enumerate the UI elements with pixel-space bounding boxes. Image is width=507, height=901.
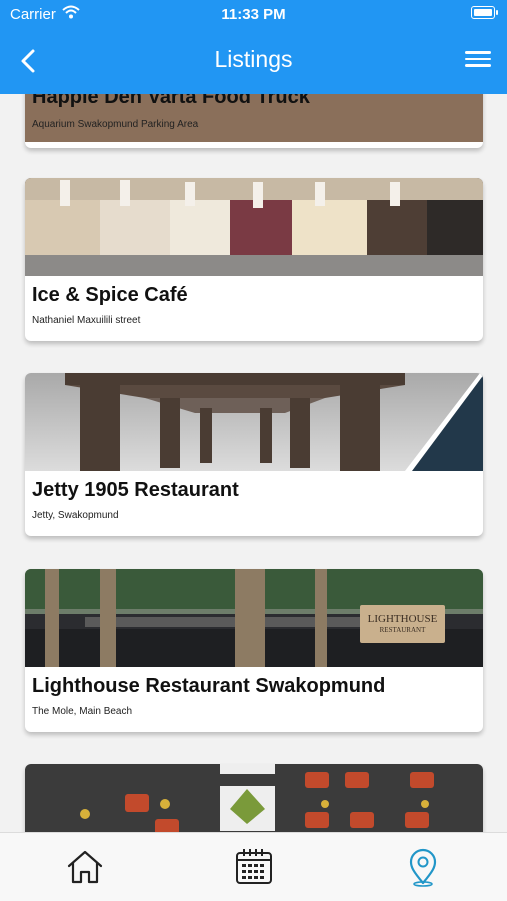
- listing-card[interactable]: Ice & Spice Café Nathaniel Maxuilili str…: [25, 178, 483, 341]
- listings-list[interactable]: Happie Den Varta Food Truck Aquarium Swa…: [0, 94, 507, 832]
- listing-address: Jetty, Swakopmund: [32, 510, 119, 521]
- restaurant-sign: LIGHTHOUSE RESTAURANT: [360, 605, 445, 643]
- listing-image: [25, 764, 483, 832]
- listing-name: Happie Den Varta Food Truck: [32, 94, 310, 108]
- map-pin-icon[interactable]: [403, 847, 443, 887]
- listing-card[interactable]: Happie Den Varta Food Truck Aquarium Swa…: [25, 94, 483, 148]
- page-title: Listings: [214, 46, 293, 72]
- sign-line-2: RESTAURANT: [379, 626, 426, 634]
- top-bar: Carrier 11:33 PM Listings: [0, 0, 507, 94]
- home-icon[interactable]: [65, 847, 105, 887]
- listing-card[interactable]: LIGHTHOUSE RESTAURANT Lighthouse Restaur…: [25, 569, 483, 732]
- listing-address: The Mole, Main Beach: [32, 706, 133, 717]
- listing-image: LIGHTHOUSE RESTAURANT: [25, 569, 483, 667]
- listing-name: Jetty 1905 Restaurant: [32, 479, 239, 501]
- listing-name: Lighthouse Restaurant Swakopmund: [32, 675, 386, 697]
- calendar-icon[interactable]: [234, 847, 274, 887]
- listing-image: [25, 373, 483, 471]
- listing-card[interactable]: Jetty 1905 Restaurant Jetty, Swakopmund: [25, 373, 483, 536]
- status-bar: Carrier 11:33 PM: [0, 0, 507, 28]
- tab-bar: [0, 832, 507, 901]
- listing-address: Aquarium Swakopmund Parking Area: [32, 119, 199, 130]
- menu-icon[interactable]: [465, 48, 491, 74]
- battery-icon: [471, 6, 498, 19]
- nav-bar: Listings: [0, 28, 507, 94]
- listing-address: Nathaniel Maxuilili street: [32, 315, 141, 326]
- listing-name: Ice & Spice Café: [32, 284, 188, 306]
- clock: 11:33 PM: [221, 6, 286, 23]
- sign-line-1: LIGHTHOUSE: [367, 613, 438, 625]
- listing-card[interactable]: [25, 764, 483, 832]
- listing-image: [25, 178, 483, 276]
